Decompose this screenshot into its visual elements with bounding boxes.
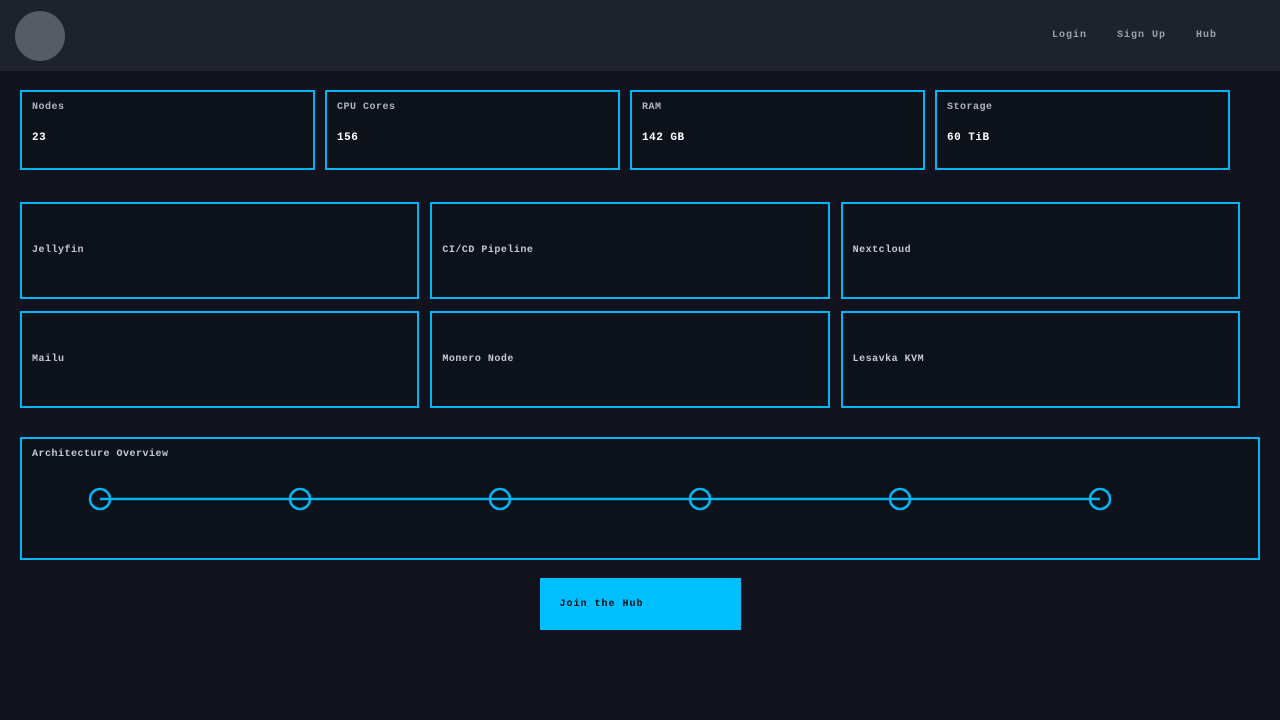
service-card-nextcloud[interactable]: Nextcloud [841, 202, 1240, 299]
service-title: Nextcloud [853, 245, 912, 256]
service-title: Mailu [32, 354, 65, 365]
nav-login[interactable]: Login [1052, 30, 1087, 41]
main-content: Nodes 23 CPU Cores 156 RAM 142 GB Storag… [0, 90, 1280, 630]
stat-value: 156 [337, 132, 608, 144]
stat-card-storage: Storage 60 TiB [935, 90, 1230, 170]
stat-label: CPU Cores [337, 102, 608, 113]
services-grid: Jellyfin CI/CD Pipeline Nextcloud Mailu … [20, 202, 1240, 408]
avatar[interactable] [15, 11, 65, 61]
architecture-diagram [22, 477, 1258, 521]
stat-value: 23 [32, 132, 303, 144]
stat-label: Storage [947, 102, 1218, 113]
stat-value: 142 GB [642, 132, 913, 144]
stat-label: Nodes [32, 102, 303, 113]
top-nav: Login Sign Up Hub [1052, 30, 1217, 41]
service-title: Lesavka KVM [853, 354, 925, 365]
nav-hub[interactable]: Hub [1196, 30, 1217, 41]
service-card-jellyfin[interactable]: Jellyfin [20, 202, 419, 299]
service-card-cicd-pipeline[interactable]: CI/CD Pipeline [430, 202, 829, 299]
service-card-lesavka-kvm[interactable]: Lesavka KVM [841, 311, 1240, 408]
top-bar: Login Sign Up Hub [0, 0, 1280, 71]
stat-card-nodes: Nodes 23 [20, 90, 315, 170]
architecture-card: Architecture Overview [20, 437, 1260, 560]
service-title: Jellyfin [32, 245, 84, 256]
service-title: Monero Node [442, 354, 514, 365]
nav-signup[interactable]: Sign Up [1117, 30, 1166, 41]
stat-card-cpu-cores: CPU Cores 156 [325, 90, 620, 170]
stat-card-ram: RAM 142 GB [630, 90, 925, 170]
service-card-mailu[interactable]: Mailu [20, 311, 419, 408]
stat-label: RAM [642, 102, 913, 113]
stat-value: 60 TiB [947, 132, 1218, 144]
architecture-title: Architecture Overview [32, 449, 1248, 460]
stats-row: Nodes 23 CPU Cores 156 RAM 142 GB Storag… [20, 90, 1230, 170]
join-hub-button[interactable]: Join the Hub [540, 578, 741, 630]
service-card-monero-node[interactable]: Monero Node [430, 311, 829, 408]
service-title: CI/CD Pipeline [442, 245, 533, 256]
